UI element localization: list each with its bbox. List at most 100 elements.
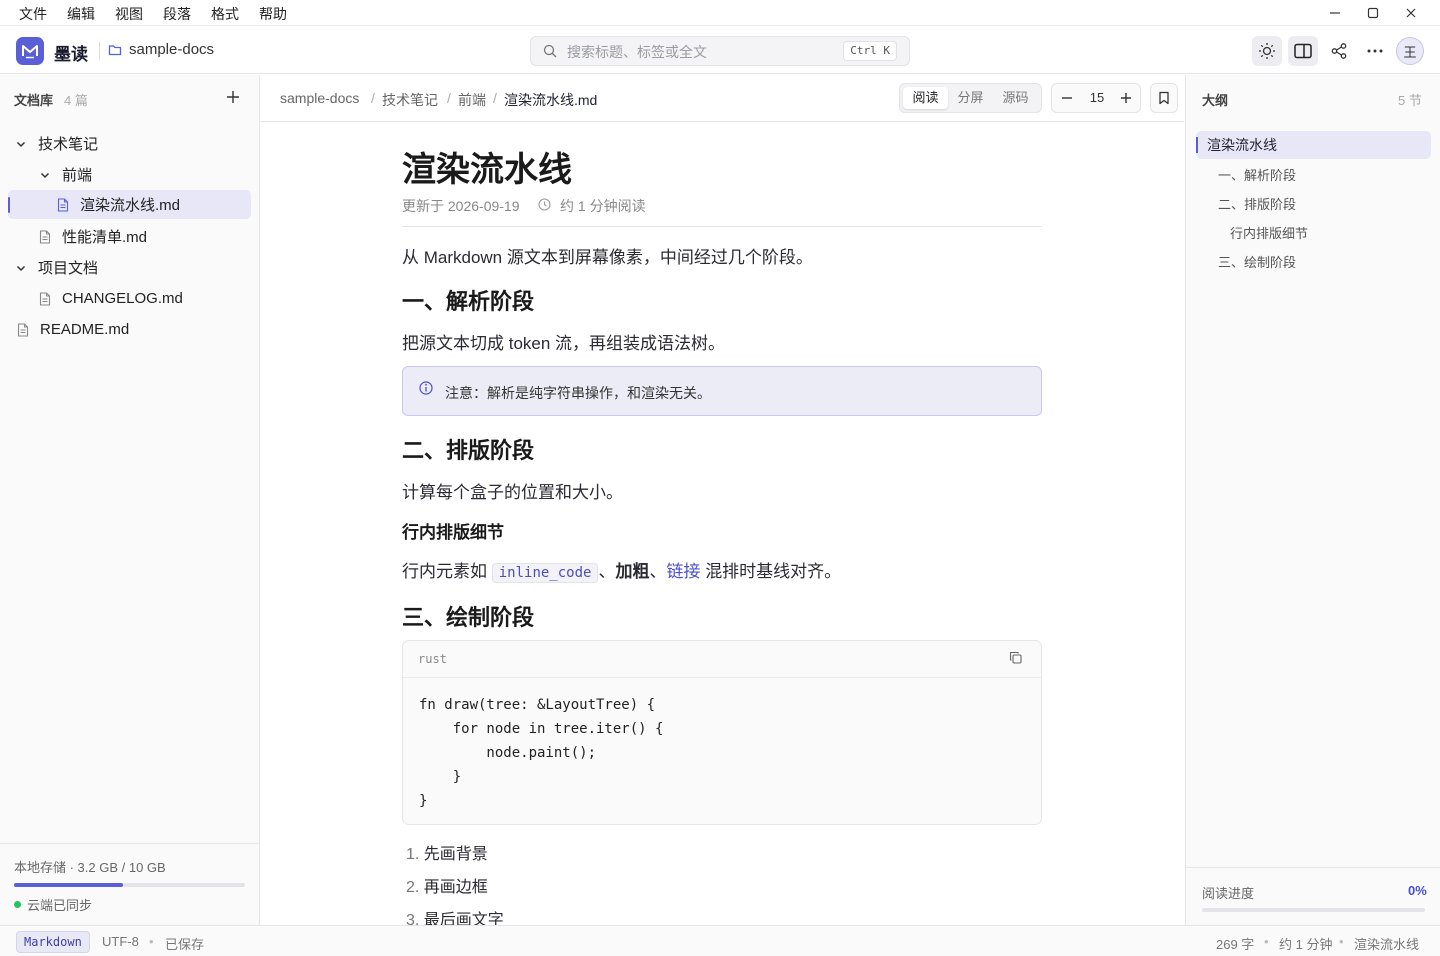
app-logo (16, 37, 44, 65)
minimize-button[interactable] (1325, 3, 1345, 23)
menubar: 文件 编辑 视图 段落 格式 帮助 (0, 0, 1440, 26)
tree-item-label: 前端 (62, 167, 93, 184)
close-window-button[interactable] (1401, 3, 1421, 23)
code-block: rust fn draw(tree: &LayoutTree) { for no… (402, 640, 1042, 825)
file-icon (38, 291, 52, 306)
breadcrumb-workspace[interactable]: sample-docs (280, 90, 359, 106)
menu-view[interactable]: 视图 (115, 4, 143, 24)
search-shortcut: Ctrl K (843, 41, 897, 61)
outline-item-parse[interactable]: 一、解析阶段 (1218, 165, 1296, 184)
outline-panel: 大纲 5 节 渲染流水线 一、解析阶段 二、排版阶段 行内排版细节 三、绘制阶段… (1185, 75, 1440, 925)
list-item: 2. 再画边框 (406, 873, 488, 897)
tree-file-render-pipeline[interactable]: 渲染流水线.md (8, 190, 251, 219)
maximize-button[interactable] (1363, 3, 1383, 23)
maximize-icon (1367, 7, 1379, 19)
active-indicator (8, 197, 10, 213)
plus-icon (227, 91, 239, 103)
reading-progress-value: 0% (1408, 883, 1427, 898)
tree-file-readme[interactable]: README.md (16, 315, 252, 344)
inline-link[interactable]: 链接 (666, 562, 700, 581)
breadcrumb-subfolder[interactable]: 前端 (458, 90, 486, 110)
outline-item-paint[interactable]: 三、绘制阶段 (1218, 252, 1296, 271)
tree-item-label: 项目文档 (38, 260, 99, 277)
storage-label: 本地存储 · 3.2 GB / 10 GB (14, 860, 166, 875)
status-separator: • (1339, 934, 1344, 949)
editor-mode-badge[interactable]: Markdown (16, 931, 90, 953)
menu-file[interactable]: 文件 (19, 4, 47, 24)
info-icon (419, 381, 433, 398)
breadcrumb-folder[interactable]: 技术笔记 (382, 90, 438, 110)
save-state: 已保存 (165, 937, 205, 952)
share-button[interactable] (1324, 36, 1354, 66)
decrease-font-button[interactable] (1059, 90, 1075, 106)
tree-file-perf-checklist[interactable]: 性能清单.md (38, 222, 252, 251)
sync-status: 云端已同步 (27, 898, 93, 913)
encoding[interactable]: UTF-8 (102, 934, 139, 949)
code-header-divider (403, 677, 1041, 678)
layout-toggle-button[interactable] (1288, 36, 1318, 66)
search-input[interactable]: 搜索标题、标签或全文 Ctrl K (530, 36, 910, 66)
tree-folder-tech-notes[interactable]: 技术笔记 (14, 129, 252, 158)
avatar[interactable]: 王 (1396, 37, 1424, 65)
view-mode-read[interactable]: 阅读 (903, 87, 948, 109)
more-icon (1367, 49, 1383, 53)
intro-paragraph: 从 Markdown 源文本到屏幕像素，中间经过几个阶段。 (402, 248, 813, 267)
list-item: 3. 最后画文字 (406, 906, 504, 925)
logo-icon (22, 45, 38, 59)
minus-icon (1062, 97, 1072, 99)
view-mode-source[interactable]: 源码 (993, 87, 1038, 109)
more-button[interactable] (1360, 36, 1390, 66)
status-bar: Markdown UTF-8 • 已保存 269 字 • 约 1 分钟 • 渲染… (0, 925, 1440, 956)
file-sidebar: 文档库 4 篇 技术笔记 前端 渲染流水线.md 性能清单.md 项目文档 CH… (0, 75, 260, 925)
tree-file-changelog[interactable]: CHANGELOG.md (38, 284, 252, 313)
list-item: 1. 先画背景 (406, 840, 488, 864)
outline-item-title[interactable]: 渲染流水线 (1196, 131, 1431, 159)
list-text: 先画背景 (423, 846, 488, 863)
paragraph-parse: 把源文本切成 token 流，再组装成语法树。 (402, 334, 726, 353)
menu-edit[interactable]: 编辑 (67, 4, 95, 24)
share-icon (1331, 43, 1347, 59)
app-name: 墨读 (54, 45, 88, 64)
view-mode-switch: 阅读 分屏 源码 (899, 83, 1042, 113)
header-divider (99, 42, 100, 60)
outline-item-layout[interactable]: 二、排版阶段 (1218, 194, 1296, 213)
bookmark-button[interactable] (1150, 83, 1178, 113)
menu-format[interactable]: 格式 (211, 4, 239, 24)
list-text: 最后画文字 (423, 912, 504, 925)
breadcrumb-separator: / (493, 90, 497, 106)
font-size-stepper: 15 (1051, 83, 1141, 113)
library-title: 文档库 (14, 93, 54, 108)
copy-code-button[interactable] (1009, 651, 1022, 667)
storage-bar-fill (14, 883, 124, 887)
outline-item-inline[interactable]: 行内排版细节 (1230, 223, 1308, 242)
code-content: fn draw(tree: &LayoutTree) { for node in… (419, 697, 664, 809)
inline-text: 、 (649, 562, 667, 581)
outline-title: 大纲 (1202, 93, 1229, 108)
workspace-name[interactable]: sample-docs (129, 41, 214, 58)
inline-code: inline_code (491, 563, 599, 583)
heading-layout: 二、排版阶段 (402, 438, 535, 463)
file-icon (16, 322, 30, 337)
tree-folder-frontend[interactable]: 前端 (38, 160, 252, 189)
document-read-time: 约 1 分钟阅读 (560, 198, 646, 214)
menu-paragraph[interactable]: 段落 (163, 4, 191, 24)
reading-progress-bar (1202, 908, 1425, 912)
tree-folder-project-docs[interactable]: 项目文档 (14, 253, 252, 282)
bookmark-icon (1159, 91, 1169, 105)
document-title: 渲染流水线 (402, 151, 572, 189)
bold-text: 加粗 (615, 562, 650, 581)
folder-icon (108, 43, 122, 59)
sidebar-divider (0, 843, 259, 844)
outline-divider (1186, 867, 1440, 868)
list-number: 2. (406, 879, 420, 896)
sync-status-dot (14, 901, 21, 908)
menu-help[interactable]: 帮助 (259, 4, 287, 24)
inline-text: 、 (598, 562, 616, 581)
document-content: 渲染流水线 更新于 2026-09-19 约 1 分钟阅读 从 Markdown… (261, 123, 1184, 925)
breadcrumb-current: 渲染流水线.md (504, 92, 598, 108)
add-document-button[interactable] (224, 88, 242, 106)
theme-toggle-button[interactable] (1252, 36, 1282, 66)
view-mode-split[interactable]: 分屏 (948, 87, 993, 109)
increase-font-button[interactable] (1118, 90, 1134, 106)
document-updated: 更新于 2026-09-19 (402, 198, 520, 214)
